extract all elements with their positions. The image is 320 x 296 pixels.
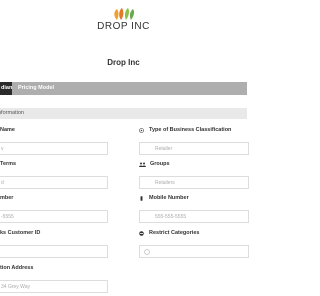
- groups-select[interactable]: Retailers: [139, 176, 249, 189]
- phone-input[interactable]: -5555: [0, 210, 108, 223]
- page-title: Drop Inc: [107, 58, 140, 67]
- restrict-select[interactable]: [139, 245, 249, 258]
- mobile-icon: [140, 196, 143, 201]
- terms-input[interactable]: d: [0, 176, 108, 189]
- section-title: nformation: [0, 110, 24, 116]
- name-input[interactable]: v: [0, 142, 108, 155]
- mobile-label: Mobile Number: [149, 195, 189, 201]
- phone-label: mber: [0, 195, 14, 201]
- tab-bar: dian Pricing Model: [0, 82, 247, 95]
- tab-pricing-model[interactable]: Pricing Model: [18, 82, 54, 95]
- groups-icon: [139, 162, 146, 167]
- location-input[interactable]: 34 Grey Way: [0, 280, 108, 293]
- tab-active[interactable]: dian: [0, 82, 12, 95]
- business-type-select[interactable]: Retailer: [139, 142, 249, 155]
- qb-customer-input[interactable]: [0, 245, 108, 258]
- name-label: Name: [0, 127, 15, 133]
- logo-text: DROP INC: [97, 21, 150, 32]
- groups-label: Groups: [150, 161, 170, 167]
- section-header: nformation: [0, 108, 247, 119]
- restrict-select-icon: [144, 249, 150, 255]
- mobile-input[interactable]: 555-555-5555: [139, 210, 249, 223]
- location-label: tion Address: [0, 265, 34, 271]
- leaf-logo-icon: [114, 8, 135, 20]
- info-circle-icon: [139, 128, 144, 133]
- restrict-label: Restrict Categories: [149, 230, 200, 236]
- qb-customer-label: ks Customer ID: [0, 230, 41, 236]
- restrict-icon: [139, 231, 144, 236]
- business-type-label: Type of Business Classification: [149, 127, 232, 133]
- terms-label: Terms: [0, 161, 17, 167]
